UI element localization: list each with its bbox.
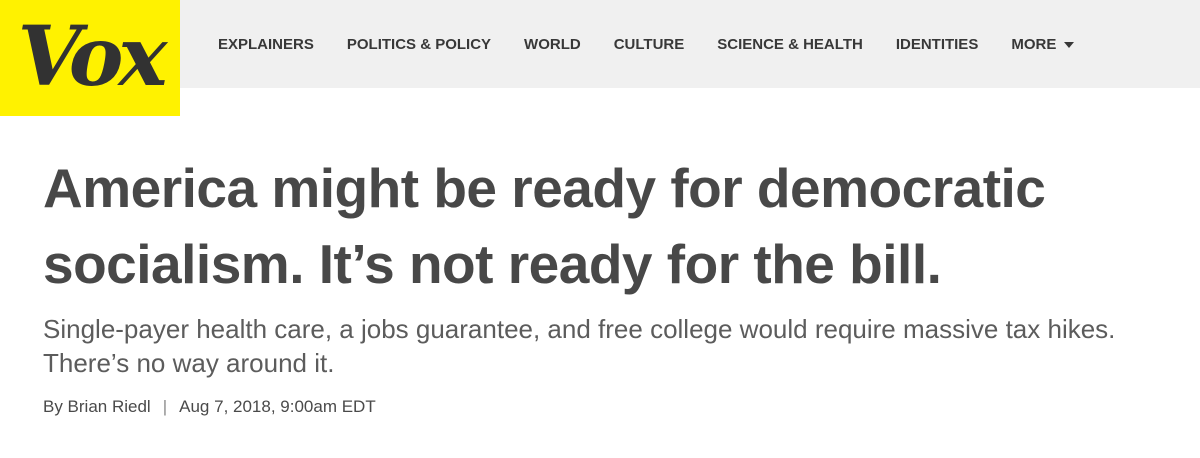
nav-item-label: WORLD [524, 35, 581, 53]
byline-separator: | [162, 397, 168, 416]
author-link[interactable]: By Brian Riedl [43, 397, 151, 417]
nav-item-label: CULTURE [613, 35, 685, 53]
nav-item-label: POLITICS & POLICY [346, 35, 492, 53]
nav-item-world[interactable]: WORLD [524, 36, 581, 53]
top-navigation-bar: EXPLAINERS POLITICS & POLICY WORLD CULTU… [0, 0, 1200, 88]
nav-item-explainers[interactable]: EXPLAINERS [218, 36, 314, 53]
nav-item-culture[interactable]: CULTURE [614, 36, 685, 53]
nav-item-label: MORE [1011, 35, 1057, 53]
byline: By Brian Riedl | Aug 7, 2018, 9:00am EDT [43, 397, 376, 417]
nav-item-more[interactable]: MORE [1011, 35, 1075, 53]
vox-logo[interactable]: Vox [0, 0, 180, 116]
nav-item-science-health[interactable]: SCIENCE & HEALTH [717, 36, 863, 53]
nav-item-identities[interactable]: IDENTITIES [896, 36, 979, 53]
nav-item-politics-policy[interactable]: POLITICS & POLICY [347, 36, 491, 53]
article-dek: Single-payer health care, a jobs guarant… [43, 314, 1116, 378]
section-nav: EXPLAINERS POLITICS & POLICY WORLD CULTU… [218, 0, 1107, 88]
nav-item-label: IDENTITIES [895, 35, 979, 53]
nav-item-label: SCIENCE & HEALTH [717, 35, 863, 53]
chevron-down-icon [1064, 42, 1075, 48]
nav-item-label: EXPLAINERS [218, 35, 314, 53]
article-headline: America might be ready for democratic so… [43, 157, 1046, 295]
publish-date: Aug 7, 2018, 9:00am EDT [179, 397, 376, 416]
logo-wordmark: Vox [17, 9, 168, 105]
